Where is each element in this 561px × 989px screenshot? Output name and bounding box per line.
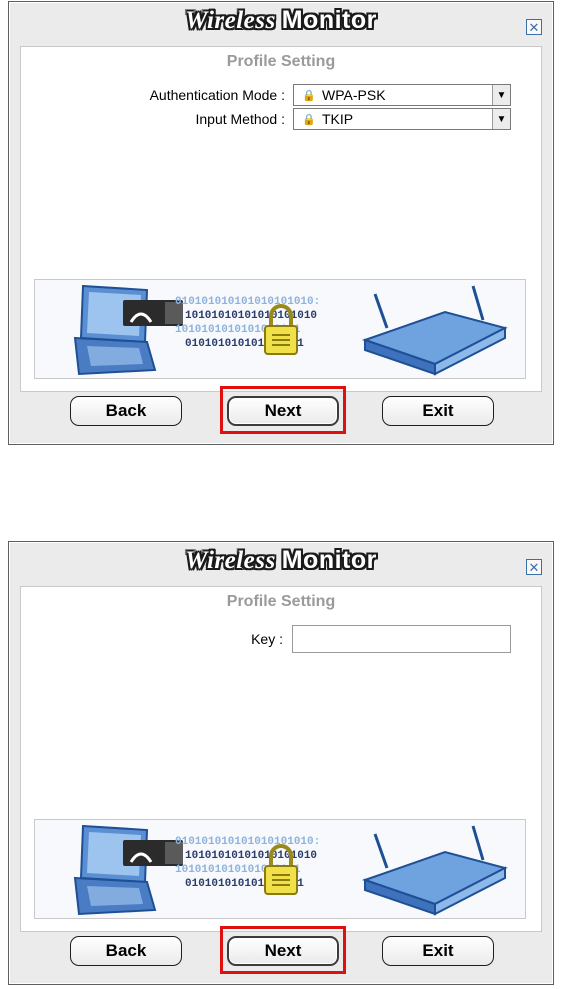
router-icon: [361, 285, 508, 376]
next-button-highlight: [220, 926, 346, 974]
content-panel: Profile Setting Key : 010101010101010101…: [20, 586, 542, 932]
close-icon[interactable]: ✕: [526, 19, 542, 35]
title-wireless: Wireless: [185, 547, 276, 574]
auth-mode-select[interactable]: 🔒 WPA-PSK ▼: [293, 84, 511, 106]
profile-setting-dialog-step2: WirelessMonitor ✕ Profile Setting Key :: [8, 541, 554, 985]
input-method-row: Input Method :: [21, 107, 285, 131]
binary-row-1: 010101010101010101010:: [175, 836, 320, 848]
auth-mode-row: Authentication Mode :: [21, 83, 285, 107]
lock-icon: 🔒: [302, 89, 316, 102]
title-monitor: Monitor: [281, 6, 377, 34]
chevron-down-icon[interactable]: ▼: [492, 85, 510, 105]
close-icon[interactable]: ✕: [526, 559, 542, 575]
app-title: Wireless Monitor: [9, 546, 553, 575]
page-title: Profile Setting: [226, 53, 336, 70]
key-label: Key :: [251, 631, 283, 647]
security-illustration: 010101010101010101010: 10101010101010101…: [73, 824, 508, 916]
auth-mode-label: Authentication Mode :: [149, 87, 285, 103]
input-method-select[interactable]: 🔒 TKIP ▼: [293, 108, 511, 130]
wireless-card-icon: [123, 840, 183, 866]
title-bar: Wireless Monitor ✕: [9, 542, 553, 580]
binary-row-2: 10101010101010101010: [185, 850, 317, 862]
binary-row-2: 10101010101010101010: [185, 310, 317, 322]
back-button[interactable]: Back: [70, 936, 182, 966]
app-title: Wireless Monitor: [9, 6, 553, 35]
exit-button[interactable]: Exit: [382, 396, 494, 426]
auth-mode-value: WPA-PSK: [322, 87, 386, 103]
exit-button[interactable]: Exit: [382, 936, 494, 966]
chevron-down-icon[interactable]: ▼: [492, 109, 510, 129]
page-title: Profile Setting: [226, 593, 336, 610]
laptop-icon: [73, 284, 157, 376]
next-button-highlight: [220, 386, 346, 434]
title-monitor: Monitor: [281, 546, 377, 574]
lock-icon: 🔒: [302, 113, 316, 126]
input-method-label: Input Method :: [195, 111, 285, 127]
key-input[interactable]: [292, 625, 511, 653]
input-method-value: TKIP: [322, 111, 354, 127]
key-row: Key :: [21, 627, 283, 651]
security-illustration: 010101010101010101010: 10101010101010101…: [73, 284, 508, 376]
router-icon: [361, 825, 508, 916]
content-panel: Profile Setting Authentication Mode : 🔒 …: [20, 46, 542, 392]
back-button[interactable]: Back: [70, 396, 182, 426]
profile-setting-dialog-step1: Wireless Monitor ✕ Profile Setting Authen…: [8, 1, 554, 445]
security-banner: 010101010101010101010: 10101010101010101…: [34, 279, 526, 379]
security-banner: 010101010101010101010: 10101010101010101…: [34, 819, 526, 919]
binary-row-1: 010101010101010101010:: [175, 296, 320, 308]
title-bar: Wireless Monitor ✕: [9, 2, 553, 40]
title-wireless: Wireless: [185, 7, 276, 34]
wireless-card-icon: [123, 300, 183, 326]
laptop-icon: [73, 824, 157, 916]
